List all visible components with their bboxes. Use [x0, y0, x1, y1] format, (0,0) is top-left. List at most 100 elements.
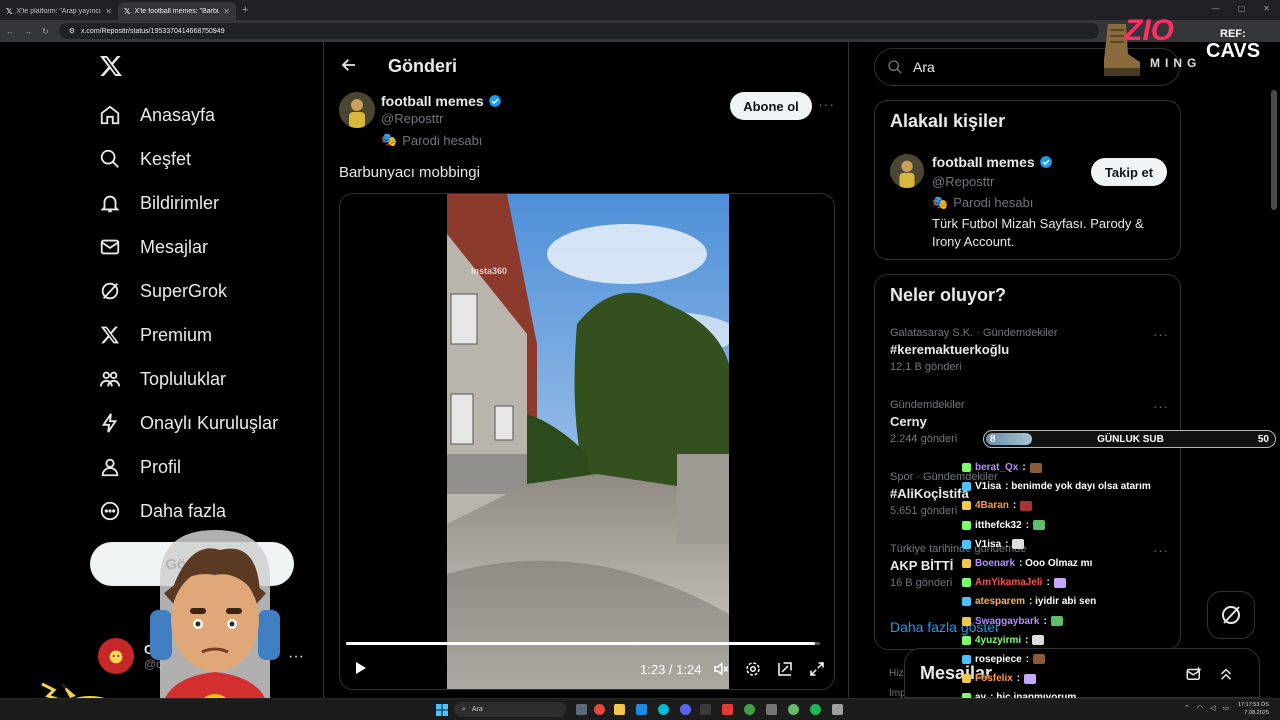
stream-logo-overlay: ZIO MING REF: CAVS — [1100, 14, 1280, 78]
nav-item-home[interactable]: Anasayfa — [98, 100, 215, 130]
minimize-icon[interactable]: — — [1212, 4, 1220, 13]
speaker-icon[interactable]: ◁ — [1210, 704, 1215, 712]
chat-text: : — [1016, 673, 1021, 685]
search-input[interactable] — [913, 59, 1113, 75]
trend-more-icon[interactable]: ··· — [1153, 327, 1169, 342]
chat-message: Boenark: Ooo Olmaz mı — [962, 554, 1262, 573]
related-people-title: Alakalı kişiler — [890, 111, 1006, 131]
edge-icon[interactable] — [658, 704, 669, 715]
window-controls: — ▢ ✕ — [1212, 4, 1270, 13]
nav-item-profile[interactable]: Profil — [98, 452, 181, 482]
app-icon[interactable] — [832, 704, 843, 715]
related-avatar[interactable] — [890, 154, 924, 188]
chat-username: rosepiece — [975, 653, 1022, 665]
chat-text: : — [1025, 634, 1029, 646]
file-explorer-icon[interactable] — [614, 704, 625, 715]
site-info-icon[interactable]: ⚙ — [69, 27, 75, 35]
page-scrollbar[interactable] — [1271, 90, 1277, 210]
related-name[interactable]: football memes — [932, 154, 1053, 170]
tab-close-icon[interactable]: ✕ — [223, 7, 230, 16]
mask-icon: 🎭 — [932, 195, 949, 210]
nav-label: Premium — [140, 324, 213, 345]
video-player[interactable]: Insta360 1:23 / 1:24 — [339, 193, 835, 690]
chat-text: : — [1025, 519, 1030, 531]
store-icon[interactable] — [636, 704, 647, 715]
trend-name: Cerny — [890, 414, 927, 429]
post-author-avatar[interactable] — [339, 92, 375, 128]
spotify-icon[interactable] — [810, 704, 821, 715]
x-logo-icon[interactable] — [98, 54, 124, 85]
app-icon[interactable] — [722, 704, 733, 715]
video-frame[interactable]: Insta360 — [447, 194, 729, 689]
tab-close-icon[interactable]: ✕ — [105, 7, 112, 16]
video-progress-bar[interactable] — [346, 642, 820, 645]
nav-item-messages[interactable]: Mesajlar — [98, 232, 208, 262]
chat-badge-icon — [962, 616, 971, 626]
nav-label: Profil — [140, 456, 182, 477]
related-handle[interactable]: @Reposttr — [932, 174, 994, 189]
chat-text: : — [1046, 577, 1050, 589]
close-window-icon[interactable]: ✕ — [1263, 4, 1270, 13]
chat-badge-icon — [962, 635, 971, 645]
windows-start-icon[interactable] — [436, 704, 448, 716]
browser-tab-1[interactable]: 𝕏 X'te platform: "Arap yayıncı Sat... ✕ — [0, 2, 118, 20]
related-bio: Türk Futbol Mizah Sayfası. Parody & Iron… — [932, 216, 1144, 249]
chat-message: V1isa: — [962, 535, 1262, 554]
trend-more-icon[interactable]: ··· — [1153, 399, 1169, 414]
x-favicon-icon: 𝕏 — [124, 6, 131, 16]
nav-item-communities[interactable]: Topluluklar — [98, 364, 226, 394]
search-icon: ⌕ — [462, 705, 466, 713]
battery-icon[interactable]: ▭ — [1222, 704, 1229, 712]
app-icon[interactable] — [766, 704, 777, 715]
nav-label: Mesajlar — [140, 236, 209, 257]
volume-icon[interactable] — [712, 660, 730, 678]
streamer-avatar — [130, 520, 300, 720]
trend-item[interactable]: Galatasaray S.K. · Gündemdekiler #kerema… — [890, 327, 1175, 373]
url-text: x.com/Reposttr/status/195337041466875094… — [80, 27, 225, 35]
url-field[interactable]: ⚙ x.com/Reposttr/status/1953370414668750… — [58, 23, 1099, 39]
discord-icon[interactable] — [680, 704, 691, 715]
post-author-name[interactable]: football memes — [381, 93, 502, 109]
wifi-icon[interactable]: ◠ — [1197, 704, 1203, 712]
app-icon[interactable] — [788, 704, 799, 715]
subscribe-button[interactable]: Abone ol — [730, 92, 812, 120]
chat-text: : — [1012, 500, 1017, 512]
nav-item-explore[interactable]: Keşfet — [98, 144, 191, 174]
taskbar-clock[interactable]: 17:17:53 ÖS 7.08.2025 — [1238, 701, 1269, 717]
logo-text: ZIO — [1124, 14, 1174, 47]
obs-icon[interactable] — [700, 704, 711, 715]
lightning-icon — [98, 411, 122, 435]
reload-icon[interactable]: ↻ — [42, 27, 49, 36]
back-nav-icon[interactable]: ← — [6, 27, 14, 36]
author-name: football memes — [381, 93, 484, 109]
new-tab-icon[interactable]: + — [242, 4, 248, 16]
taskbar-search[interactable]: ⌕ Ara — [454, 702, 566, 717]
nav-item-supergrok[interactable]: SuperGrok — [98, 276, 227, 306]
nav-label: Anasayfa — [140, 104, 216, 125]
settings-gear-icon[interactable] — [744, 660, 762, 678]
nav-label: Keşfet — [140, 148, 192, 169]
app-icon[interactable] — [744, 704, 755, 715]
post-author-handle[interactable]: @Reposttr — [381, 111, 443, 126]
chrome-icon[interactable] — [594, 704, 605, 715]
post-more-icon[interactable]: ··· — [818, 96, 835, 112]
follow-button[interactable]: Takip et — [1091, 158, 1167, 186]
maximize-icon[interactable]: ▢ — [1238, 4, 1246, 13]
chat-emote-icon — [1033, 520, 1046, 531]
nav-item-verified-orgs[interactable]: Onaylı Kuruluşlar — [98, 408, 278, 438]
fullscreen-icon[interactable] — [808, 660, 826, 678]
chat-emote-icon — [1032, 635, 1045, 646]
nav-label: Onaylı Kuruluşlar — [140, 412, 279, 433]
play-icon[interactable] — [352, 660, 368, 676]
chat-username: 4yuzyirmi — [975, 634, 1022, 646]
forward-nav-icon[interactable]: → — [24, 27, 32, 36]
browser-tab-2[interactable]: 𝕏 X'te football memes: "Barbunya... ✕ — [118, 2, 236, 20]
tray-chevron-icon[interactable]: ⌃ — [1184, 704, 1190, 712]
task-view-icon[interactable] — [576, 704, 587, 715]
nav-item-notifications[interactable]: Bildirimler — [98, 188, 219, 218]
chat-message: rosepiece: — [962, 650, 1262, 669]
back-arrow-icon[interactable] — [340, 56, 358, 79]
nav-item-premium[interactable]: Premium — [98, 320, 212, 350]
pip-icon[interactable] — [776, 660, 794, 678]
nav-label: SuperGrok — [140, 280, 228, 301]
